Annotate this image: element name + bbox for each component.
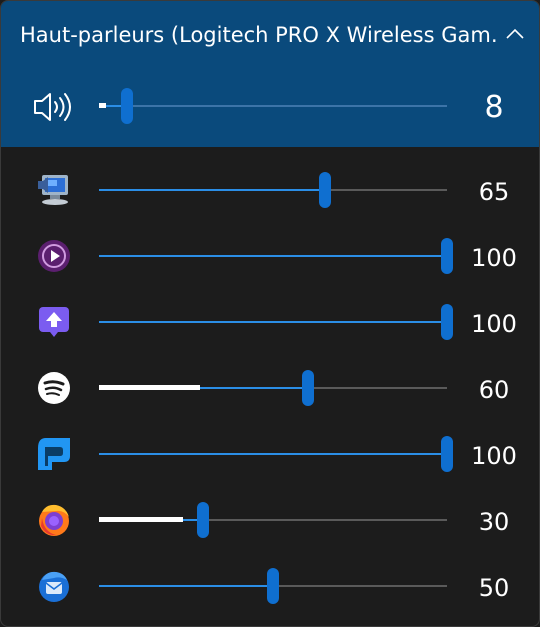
volume-mixer-panel: Haut-parleurs (Logitech PRO X Wireless G… bbox=[0, 0, 540, 627]
app-volume-value: 30 bbox=[478, 508, 510, 536]
device-title[interactable]: Haut-parleurs (Logitech PRO X Wireless G… bbox=[20, 23, 498, 47]
app-volume-value: 60 bbox=[478, 376, 510, 404]
app-volume-slider[interactable] bbox=[99, 568, 447, 604]
peak-meter bbox=[99, 103, 106, 108]
firefox-icon[interactable] bbox=[36, 502, 72, 538]
spotify-icon[interactable] bbox=[36, 370, 72, 406]
master-volume-slider[interactable] bbox=[99, 88, 447, 124]
app-volume-value: 100 bbox=[471, 244, 517, 272]
app-volume-slider[interactable] bbox=[99, 172, 447, 208]
master-volume-value: 8 bbox=[484, 90, 504, 125]
app-volume-slider[interactable] bbox=[99, 238, 453, 274]
speaker-icon[interactable] bbox=[32, 89, 74, 125]
app-volume-value: 100 bbox=[471, 442, 517, 470]
app-p-icon[interactable] bbox=[36, 436, 72, 472]
app-volume-value: 50 bbox=[478, 574, 510, 602]
upload-app-icon[interactable] bbox=[36, 304, 72, 340]
app-volume-slider[interactable] bbox=[99, 502, 447, 538]
system-sounds-icon[interactable] bbox=[36, 172, 72, 208]
app-volume-value: 100 bbox=[471, 310, 517, 338]
app-volume-slider[interactable] bbox=[99, 436, 453, 472]
thunderbird-icon[interactable] bbox=[36, 568, 72, 604]
app-volume-slider[interactable] bbox=[99, 370, 447, 406]
device-header: Haut-parleurs (Logitech PRO X Wireless G… bbox=[1, 1, 539, 147]
app-volume-value: 65 bbox=[478, 178, 510, 206]
slider-track bbox=[99, 105, 447, 107]
app-volume-slider[interactable] bbox=[99, 304, 453, 340]
slider-thumb[interactable] bbox=[120, 88, 133, 124]
chevron-up-icon[interactable] bbox=[504, 25, 526, 43]
media-player-icon[interactable] bbox=[36, 238, 72, 274]
